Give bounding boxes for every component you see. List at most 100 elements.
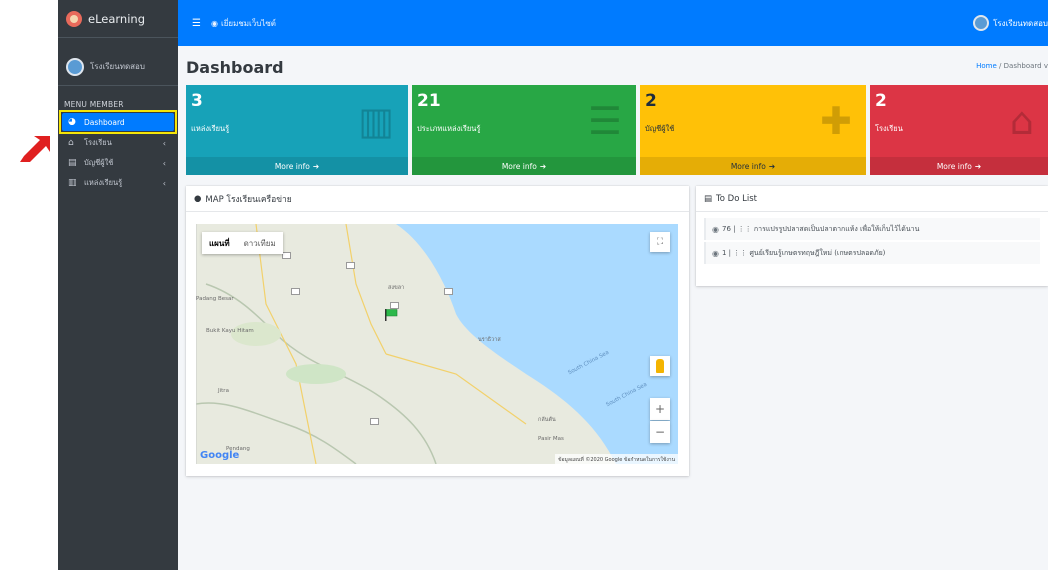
eye-icon: ◉ [210,18,218,28]
chevron-left-icon: ‹ [162,178,166,188]
map-card-header: ● MAP โรงเรียนเครือข่าย [186,186,689,212]
more-info-link[interactable]: More info ➔ [186,157,408,175]
info-box-count: 3 [191,91,203,111]
sidebar-item-label: โรงเรียน [84,138,112,147]
book-icon: ▥ [358,99,394,143]
map-place-label: Pasir Mas [538,436,564,442]
map-place-label: Padang Besar [196,296,234,302]
top-navbar: ☰ ◉ เยี่ยมชมเว็บไซต์ โรงเรียนทดสอบ [178,0,1048,46]
more-info-label: More info [274,161,310,171]
avatar [66,57,84,76]
google-logo: Google [200,450,239,461]
info-box-label: บัญชีผู้ใช้ [645,124,675,133]
brand-logo-icon [66,10,82,27]
info-box-count: 2 [875,91,887,111]
top-user-menu[interactable]: โรงเรียนทดสอบ [973,15,1048,31]
sidebar-item-label: แหล่งเรียนรู้ [84,178,123,187]
map-place-label: Jitra [218,388,229,394]
todo-item[interactable]: ◉ 1 | ⋮⋮ ศูนย์เรียนรู้เกษตรทฤษฎีใหม่ (เก… [704,242,1040,264]
arrow-circle-right-icon: ➔ [539,161,547,171]
info-box-label: โรงเรียน [875,124,903,133]
brand-name: eLearning [88,11,146,26]
todo-card: ▤ To Do List ◉ 76 | ⋮⋮ การแปรรูปปลาสดเป็… [696,186,1048,286]
sidebar-item-school[interactable]: ⌂ โรงเรียน ‹ [58,133,178,153]
sidebar: eLearning โรงเรียนทดสอบ MENU MEMBER ◕ Da… [58,0,178,570]
more-info-link[interactable]: More info ➔ [640,157,866,175]
info-box-user-accounts: 2 บัญชีผู้ใช้ ✚ More info ➔ [640,85,866,175]
todo-card-title: To Do List [716,193,757,204]
road-shield-icon [291,288,300,295]
todo-item[interactable]: ◉ 76 | ⋮⋮ การแปรรูปปลาสดเป็นปลาตากแห้ง เ… [704,218,1040,240]
map-place-label: กลันตัน [538,417,556,423]
breadcrumb-home-link[interactable]: Home [976,62,997,70]
brand[interactable]: eLearning [58,0,178,38]
zoom-out-button[interactable]: − [650,421,670,443]
map-marker-icon: ● [194,193,202,204]
annotation-arrow [20,136,50,162]
fullscreen-icon[interactable]: ⛶ [650,232,670,252]
view-site-label: เยี่ยมชมเว็บไซต์ [220,18,276,28]
menu-header: MENU MEMBER [64,100,124,109]
breadcrumb: Home / Dashboard v [976,62,1048,70]
more-info-label: More info [936,161,972,171]
eye-icon: ◉ [712,248,719,258]
more-info-link[interactable]: More info ➔ [870,157,1048,175]
map-type-satellite-button[interactable]: ดาวเทียม [237,232,283,254]
sidebar-item-label: Dashboard [84,117,125,127]
map-attribution[interactable]: ข้อมูลแผนที่ ©2020 Google ข้อกำหนดในการใ… [555,454,678,464]
school-icon: ⌂ [68,138,74,148]
clipboard-icon: ▤ [704,193,713,204]
book-icon: ▥ [68,178,77,188]
user-panel[interactable]: โรงเรียนทดสอบ [58,48,178,86]
zoom-in-button[interactable]: + [650,398,670,420]
more-info-label: More info [501,161,537,171]
school-icon: ⌂ [1009,99,1034,143]
id-card-icon: ▤ [68,158,77,168]
map-card: ● MAP โรงเรียนเครือข่าย สงขลา นราธิวาส ก… [186,186,689,476]
info-box-schools: 2 โรงเรียน ⌂ More info ➔ [870,85,1048,175]
map-type-map-button[interactable]: แผนที่ [202,232,237,254]
map-card-title: MAP โรงเรียนเครือข่าย [205,194,292,205]
pegman-icon[interactable] [650,356,670,376]
road-shield-icon [346,262,355,269]
list-icon: ☰ [587,99,622,143]
sidebar-item-label: บัญชีผู้ใช้ [84,158,114,167]
arrow-circle-right-icon: ➔ [974,161,982,171]
todo-card-header: ▤ To Do List [696,186,1048,212]
avatar [973,15,990,31]
road-shield-icon [282,252,291,259]
chevron-left-icon: ‹ [162,158,166,168]
user-name: โรงเรียนทดสอบ [90,62,145,71]
hamburger-menu-icon[interactable]: ☰ [192,18,201,29]
app-window: eLearning โรงเรียนทดสอบ MENU MEMBER ◕ Da… [58,0,1048,570]
more-info-label: More info [730,161,766,171]
sidebar-item-dashboard[interactable]: ◕ Dashboard [59,110,177,134]
arrow-circle-right-icon: ➔ [312,161,320,171]
info-box-count: 21 [417,91,441,111]
flag-marker-icon[interactable] [384,308,398,322]
sidebar-item-accounts[interactable]: ▤ บัญชีผู้ใช้ ‹ [58,153,178,173]
google-map[interactable]: สงขลา นราธิวาส กลันตัน Padang Besar Pasi… [196,224,678,464]
view-site-link[interactable]: ◉ เยี่ยมชมเว็บไซต์ [211,17,276,30]
info-box-count: 2 [645,91,657,111]
todo-list: ◉ 76 | ⋮⋮ การแปรรูปปลาสดเป็นปลาตากแห้ง เ… [696,212,1048,264]
arrow-circle-right-icon: ➔ [768,161,776,171]
map-place-label: นราธิวาส [478,337,501,343]
eye-icon: ◉ [712,224,719,234]
sidebar-item-learning-sources[interactable]: ▥ แหล่งเรียนรู้ ‹ [58,173,178,193]
info-box-label: ประเภทแหล่งเรียนรู้ [417,124,481,133]
chevron-left-icon: ‹ [162,138,166,148]
map-type-toggle: แผนที่ ดาวเทียม [202,232,283,254]
map-place-label: สงขลา [388,285,405,291]
content-header: Dashboard Home / Dashboard v [186,58,1048,82]
todo-item-label: 1 | ⋮⋮ ศูนย์เรียนรู้เกษตรทฤษฎีใหม่ (เกษต… [721,248,886,257]
road-shield-icon [444,288,453,295]
google-logo-text: Google [200,450,240,461]
dashboard-icon: ◕ [68,117,76,127]
todo-item-label: 76 | ⋮⋮ การแปรรูปปลาสดเป็นปลาตากแห้ง เพื… [721,224,920,233]
breadcrumb-current: Dashboard v [1003,62,1048,70]
road-shield-icon [370,418,379,425]
info-box-label: แหล่งเรียนรู้ [191,124,230,133]
more-info-link[interactable]: More info ➔ [412,157,636,175]
info-box-source-types: 21 ประเภทแหล่งเรียนรู้ ☰ More info ➔ [412,85,636,175]
